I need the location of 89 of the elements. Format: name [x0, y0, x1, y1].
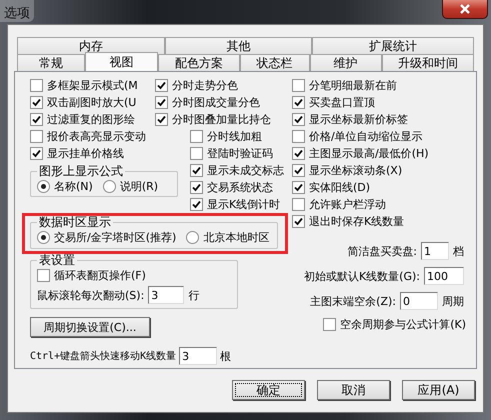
unit-label: 根 — [220, 348, 232, 364]
checkbox[interactable] — [30, 130, 43, 143]
group-title: 表设置 — [38, 254, 76, 267]
radio-label: 北京本地时区 — [203, 230, 270, 245]
checkbox-label: 显示坐标滚动条(X) — [309, 163, 402, 178]
checkbox-label: 报价表高亮显示变动 — [47, 129, 146, 144]
unit-label: 档 — [453, 244, 464, 258]
checkbox[interactable] — [155, 79, 168, 92]
field-label: 初始或默认K线数量(G): — [304, 268, 420, 284]
input-field[interactable]: 100 — [424, 267, 464, 285]
tab[interactable]: 状态栏 — [240, 54, 310, 71]
checkbox[interactable] — [292, 113, 305, 126]
close-button[interactable] — [442, 0, 488, 19]
checkbox-label: 买卖盘口置顶 — [309, 95, 375, 110]
checkbox-label: 分时线加粗 — [207, 129, 262, 144]
unit-label: 行 — [188, 288, 200, 302]
checkbox[interactable] — [30, 79, 43, 92]
checkbox-label: 显示坐标最新价标签 — [309, 112, 408, 127]
checkbox-label: 显示挂单价格线 — [47, 146, 124, 161]
checkbox[interactable] — [292, 147, 305, 160]
checkbox-label: 显示K线倒计时 — [207, 197, 280, 212]
group-title: 图形上显示公式 — [38, 165, 124, 178]
cycle-settings-button[interactable]: 周期切换设置(C)... — [30, 317, 150, 337]
input-field[interactable]: 3 — [179, 347, 218, 365]
checkbox-label: 登陆时验证码 — [207, 146, 273, 161]
input-field[interactable]: 3 — [148, 286, 184, 304]
checkbox[interactable] — [190, 181, 203, 194]
checkbox-label: 交易系统状态 — [207, 180, 273, 195]
checkbox[interactable] — [292, 79, 305, 92]
checkbox-label: 分时走势分色 — [172, 78, 238, 93]
radio-button[interactable] — [37, 180, 50, 193]
checkbox[interactable] — [323, 318, 336, 331]
checkbox[interactable] — [30, 147, 43, 160]
radio-label: 名称(N) — [54, 179, 93, 194]
checkbox-label: 多框架显示模式(M — [47, 78, 138, 93]
checkbox-label: 空余周期参与公式计算(K) — [340, 317, 466, 332]
window-title: 选项 — [0, 0, 34, 22]
tab[interactable]: 视图 — [85, 52, 158, 71]
checkbox-label: 循环表翻页操作(F) — [54, 268, 146, 283]
field-label: 鼠标滚轮每次翻动(S): — [37, 288, 144, 302]
checkbox-label: 分时图成交量分色 — [172, 95, 260, 110]
checkbox[interactable] — [37, 269, 50, 282]
checkbox[interactable] — [155, 113, 168, 126]
dialog-button[interactable]: 应用(A) — [402, 380, 475, 400]
tab[interactable]: 内存 — [17, 37, 165, 54]
radio-label: 交易所/金字塔时区(推荐) — [54, 230, 176, 245]
checkbox-label: 退出时保存K线数量 — [309, 214, 404, 229]
tab[interactable]: 升级和时间 — [382, 54, 474, 71]
dialog-button[interactable]: 取消 — [317, 380, 390, 400]
group-title: 数据时区显示 — [38, 216, 112, 229]
checkbox-label: 实体阳线(D) — [309, 180, 370, 195]
field-label: 主图末端空余(Z): — [310, 294, 396, 308]
field-label: 简洁盘买卖盘: — [347, 244, 417, 258]
radio-button[interactable] — [37, 231, 50, 244]
checkbox-label: 价格/单位自动缩位显示 — [309, 129, 423, 144]
tab[interactable]: 常规 — [17, 54, 86, 71]
checkbox[interactable] — [190, 198, 203, 211]
close-icon — [459, 4, 471, 14]
input-field[interactable]: 1 — [421, 242, 449, 260]
checkbox-label: 分笔明细最新在前 — [309, 78, 397, 93]
input-field[interactable]: 0 — [400, 292, 438, 310]
checkbox[interactable] — [292, 130, 305, 143]
checkbox[interactable] — [190, 130, 203, 143]
checkbox-label: 显示未成交标志 — [207, 163, 284, 178]
dialog-button[interactable]: 确定 — [232, 380, 305, 400]
checkbox[interactable] — [292, 181, 305, 194]
checkbox[interactable] — [292, 198, 305, 211]
checkbox[interactable] — [30, 113, 43, 126]
checkbox[interactable] — [292, 164, 305, 177]
checkbox[interactable] — [190, 164, 203, 177]
radio-button[interactable] — [102, 180, 116, 193]
tab[interactable]: 配色方案 — [158, 54, 240, 71]
checkbox[interactable] — [292, 96, 305, 109]
checkbox-label: 过滤重复的图形绘 — [47, 112, 135, 127]
checkbox[interactable] — [30, 96, 43, 109]
tab[interactable]: 其他 — [164, 37, 312, 54]
checkbox-label: 主图显示最高/最低价(H) — [309, 146, 429, 161]
unit-label: 周期 — [442, 294, 464, 308]
radio-label: 说明(R) — [120, 179, 158, 194]
checkbox[interactable] — [155, 96, 168, 109]
field-label: Ctrl+键盘箭头快速移动K线数量 — [30, 350, 176, 363]
tab[interactable]: 维护 — [310, 54, 382, 71]
checkbox-label: 允许账户栏浮动 — [309, 197, 386, 212]
checkbox-label: 分时图叠加量比持仓 — [172, 112, 271, 127]
checkbox-label: 双击副图时放大(U — [47, 95, 136, 110]
tab[interactable]: 扩展统计 — [312, 37, 474, 54]
checkbox[interactable] — [292, 215, 305, 228]
radio-button[interactable] — [186, 231, 200, 244]
checkbox[interactable] — [190, 147, 203, 160]
